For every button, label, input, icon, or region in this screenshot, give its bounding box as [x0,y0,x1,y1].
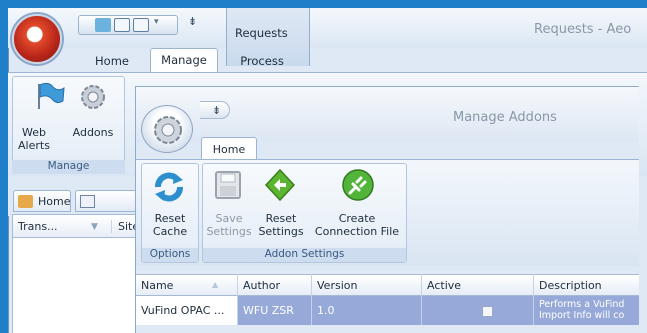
refresh-icon[interactable] [152,170,186,204]
window-icon[interactable] [133,18,149,32]
form-icon [80,195,95,208]
app-orb-button[interactable] [12,14,62,64]
group-label-manage: Manage [12,160,125,174]
gear-icon [154,116,182,144]
flag-icon[interactable] [35,82,65,110]
column-header-name[interactable]: Name ▲ [136,274,238,296]
mail-icon[interactable] [114,18,130,32]
tab-process[interactable]: Process [232,50,292,72]
tab-home[interactable]: Home [82,50,142,72]
doc-tab-home[interactable]: Home [13,190,71,212]
sort-up-icon: ▲ [212,280,219,289]
active-checkbox[interactable] [482,306,493,317]
tab-manage[interactable]: Manage [150,48,218,72]
reset-cache-button[interactable]: Reset Cache [143,212,197,238]
save-settings-button[interactable]: Save Settings [204,212,254,238]
doc-tab-requests[interactable] [75,190,143,212]
context-tab-label[interactable]: Requests [227,8,309,40]
outer-grid-body [12,238,139,333]
column-header-description[interactable]: Description [534,274,639,296]
save-icon[interactable] [214,170,242,200]
addons-button[interactable]: Addons [70,126,116,139]
chevron-down-icon[interactable]: ▾ [154,17,159,27]
column-header-author[interactable]: Author [238,274,312,296]
column-header-trans[interactable]: Trans... [18,220,58,233]
web-alerts-button[interactable]: Web Alerts [14,126,54,152]
cell-name[interactable]: VuFind OPAC ... [136,296,238,325]
users-icon[interactable] [95,18,111,32]
cell-active[interactable] [422,296,534,325]
inner-app-orb-button[interactable] [141,105,193,153]
sort-arrow-icon[interactable]: ▼ [91,222,98,232]
column-header-active[interactable]: Active [422,274,534,296]
reset-settings-button[interactable]: Reset Settings [256,212,306,238]
reset-settings-icon[interactable] [264,168,296,202]
window-title: Requests - Aeo [534,22,632,37]
gear-icon[interactable] [78,82,108,112]
plug-icon[interactable] [341,168,375,202]
home-icon [18,195,33,208]
inner-quick-access: ⇟ [200,101,230,119]
cell-version[interactable]: 1.0 [312,296,422,325]
group-label-addon-settings: Addon Settings [203,248,406,262]
cell-author[interactable]: WFU ZSR [238,296,312,325]
inner-tab-home[interactable]: Home [201,137,257,159]
cell-description[interactable]: Performs a VuFind Import Info will co [534,296,639,325]
create-connection-file-button[interactable]: Create Connection File [308,212,406,238]
customize-qat-icon[interactable]: ⇟ [212,104,221,117]
inner-window-title: Manage Addons [453,110,557,125]
outer-grid-header: Trans... ▼ Site [12,214,139,238]
customize-qat-icon[interactable]: ⇟ [188,15,197,28]
column-header-name-label: Name [141,279,174,292]
doc-tab-home-label: Home [38,195,71,208]
group-label-options: Options [142,248,198,262]
column-header-version[interactable]: Version [312,274,422,296]
